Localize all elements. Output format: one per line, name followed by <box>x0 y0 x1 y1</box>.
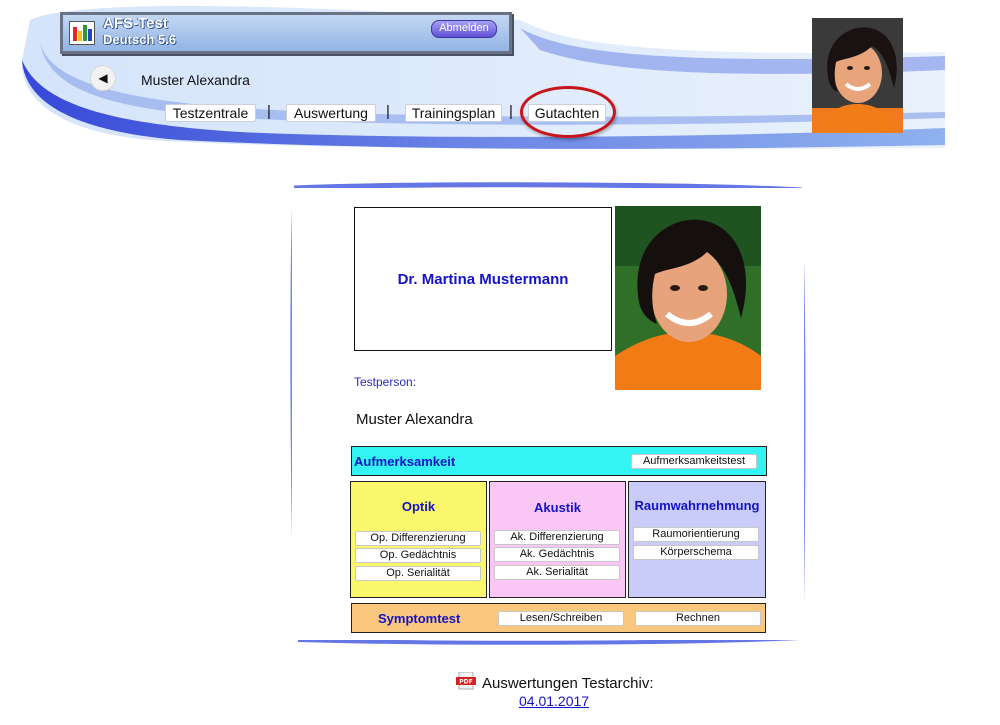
archive-label: Auswertungen Testarchiv: <box>482 675 654 692</box>
akustik-title: Akustik <box>534 500 581 515</box>
testperson-name: Muster Alexandra <box>356 411 473 428</box>
archive-date-link[interactable]: 04.01.2017 <box>519 693 589 709</box>
ak-serialitaet-button[interactable]: Ak. Serialität <box>494 565 620 580</box>
raumwahrnehmung-title: Raumwahrnehmung <box>634 498 760 513</box>
logout-button[interactable]: Abmelden <box>431 20 497 38</box>
nav-separator: | <box>509 103 513 120</box>
rechnen-button[interactable]: Rechnen <box>635 611 761 626</box>
symptomtest-panel: Symptomtest Lesen/Schreiben Rechnen <box>351 603 766 633</box>
aufmerksamkeitstest-button[interactable]: Aufmerksamkeitstest <box>631 454 757 469</box>
testperson-photo <box>615 206 761 390</box>
back-arrow-icon[interactable]: ◀ <box>90 65 116 91</box>
op-differenzierung-button[interactable]: Op. Differenzierung <box>355 531 481 546</box>
app-title-panel: AFS-Test Deutsch 5.6 Abmelden <box>60 12 512 54</box>
koerperschema-button[interactable]: Körperschema <box>633 545 759 560</box>
symptomtest-title: Symptomtest <box>378 611 461 626</box>
tab-trainingsplan[interactable]: Trainingsplan <box>405 104 502 122</box>
app-version: Deutsch 5.6 <box>103 32 176 47</box>
header-user-name: Muster Alexandra <box>141 72 250 88</box>
lesen-schreiben-button[interactable]: Lesen/Schreiben <box>498 611 624 626</box>
svg-text:PDF: PDF <box>459 679 472 686</box>
op-serialitaet-button[interactable]: Op. Serialität <box>355 566 481 581</box>
optik-title: Optik <box>401 499 436 514</box>
doctor-name: Dr. Martina Mustermann <box>397 270 569 288</box>
app-title: AFS-Test <box>103 15 168 32</box>
app-logo-icon <box>69 21 95 45</box>
user-photo-header <box>812 18 903 133</box>
raumwahrnehmung-panel: Raumwahrnehmung Raumorientierung Körpers… <box>628 481 766 598</box>
ak-gedaechtnis-button[interactable]: Ak. Gedächtnis <box>494 547 620 562</box>
nav-separator: | <box>386 103 390 120</box>
pdf-file-icon: PDF <box>456 672 476 690</box>
tab-auswertung[interactable]: Auswertung <box>286 104 376 122</box>
op-gedaechtnis-button[interactable]: Op. Gedächtnis <box>355 548 481 563</box>
tab-testzentrale[interactable]: Testzentrale <box>165 104 256 122</box>
raumorientierung-button[interactable]: Raumorientierung <box>633 527 759 542</box>
akustik-panel: Akustik Ak. Differenzierung Ak. Gedächtn… <box>489 481 626 598</box>
nav-separator: | <box>267 103 271 120</box>
aufmerksamkeit-panel: Aufmerksamkeit Aufmerksamkeitstest <box>351 446 767 476</box>
testperson-label: Testperson: <box>354 375 417 389</box>
highlight-circle-annotation <box>520 86 616 138</box>
doctor-name-box: Dr. Martina Mustermann <box>354 207 612 351</box>
ak-differenzierung-button[interactable]: Ak. Differenzierung <box>494 530 620 545</box>
optik-panel: Optik Op. Differenzierung Op. Gedächtnis… <box>350 481 487 598</box>
aufmerksamkeit-title: Aufmerksamkeit <box>354 454 456 469</box>
